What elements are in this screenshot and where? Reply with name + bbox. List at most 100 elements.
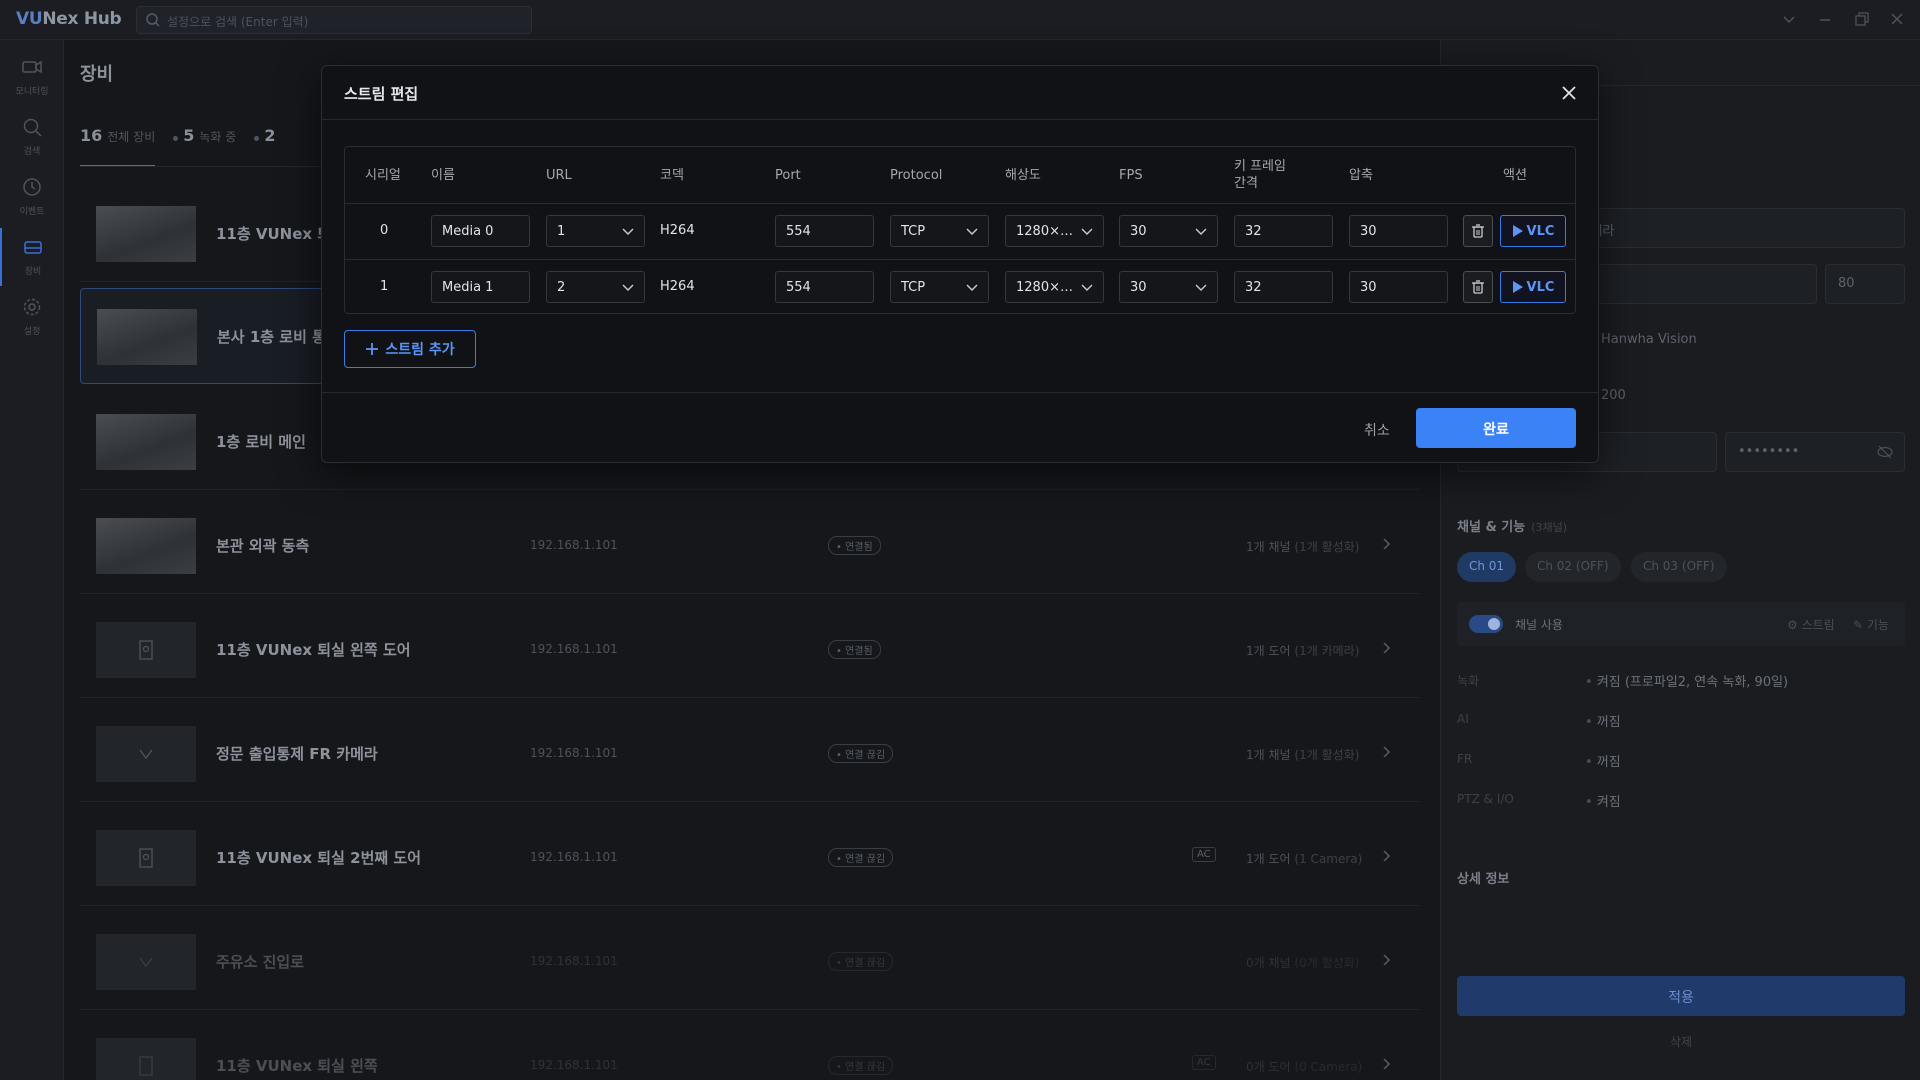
device-row[interactable]: 정문 출입통제 FR 카메라 192.168.1.101 • 연결 끊김 1개 …: [80, 706, 1420, 802]
camera-off-icon: [139, 957, 153, 968]
fps-select[interactable]: 30: [1119, 271, 1218, 303]
door-icon: [139, 1056, 153, 1076]
password-field[interactable]: ••••••••: [1725, 432, 1905, 472]
chevron-down-icon: [622, 284, 634, 291]
nav-item-search[interactable]: 검색: [0, 108, 64, 166]
resolution-select[interactable]: 1280×…: [1005, 271, 1104, 303]
chevron-down-icon: [966, 228, 978, 235]
chevron-down-icon: [622, 228, 634, 235]
tab-all-devices[interactable]: 16 전체 장비: [80, 126, 156, 167]
add-stream-button[interactable]: 스트림 추가: [344, 330, 476, 368]
apply-button[interactable]: 적용: [1457, 976, 1905, 1016]
tab-recording[interactable]: 5 녹화 중: [173, 126, 236, 160]
eye-off-icon[interactable]: [1876, 444, 1894, 460]
select-value: 30: [1130, 280, 1147, 295]
minimize-icon[interactable]: [1816, 10, 1834, 28]
delete-button[interactable]: 삭제: [1441, 1033, 1920, 1050]
keyframe-input[interactable]: 32: [1234, 215, 1333, 247]
device-name: 11층 VUNex 퇴실 왼쪽: [216, 1057, 378, 1075]
device-info: 1개 채널 (1개 활성화): [1246, 538, 1359, 555]
url-select[interactable]: 2: [546, 271, 645, 303]
info-main: 0개 도어: [1246, 1060, 1291, 1074]
url-select[interactable]: 1: [546, 215, 645, 247]
chevron-down-icon[interactable]: [1780, 10, 1798, 28]
nav-item-device[interactable]: 장비: [0, 228, 64, 286]
chip-ch01[interactable]: Ch 01: [1457, 552, 1517, 582]
stream-link[interactable]: ⚙ 스트림: [1787, 616, 1835, 633]
chevron-right-icon[interactable]: [1378, 640, 1394, 656]
status-badge: • 연결됨: [828, 640, 881, 659]
compression-input[interactable]: 30: [1349, 271, 1448, 303]
stream-name-input[interactable]: Media 1: [431, 271, 530, 303]
modal-title: 스트림 편집: [344, 85, 419, 103]
vlc-button[interactable]: VLC: [1500, 271, 1566, 303]
column-header: 액션: [1503, 167, 1527, 183]
close-window-icon[interactable]: [1888, 10, 1906, 28]
device-thumbnail: [96, 622, 196, 678]
status-badge: • 연결 끊김: [828, 744, 894, 763]
device-row[interactable]: 11층 VUNex 퇴실 왼쪽 192.168.1.101 • 연결 끊김 AC…: [80, 1018, 1420, 1080]
done-button[interactable]: 완료: [1416, 408, 1576, 448]
search-input[interactable]: 설정으로 검색 (Enter 입력): [136, 6, 532, 34]
column-header: Protocol: [890, 167, 943, 183]
port-input[interactable]: 554: [775, 271, 874, 303]
keyframe-input[interactable]: 32: [1234, 271, 1333, 303]
play-icon: [1512, 225, 1523, 237]
device-info: 0개 도어 (0 Camera): [1246, 1058, 1362, 1075]
close-icon[interactable]: [1560, 84, 1578, 102]
column-header: 이름: [431, 167, 455, 183]
port-input[interactable]: 554: [775, 215, 874, 247]
device-name: 11층 VUNex 퇴: [216, 225, 332, 243]
nav-item-monitoring[interactable]: 모니터링: [0, 48, 64, 106]
chevron-right-icon[interactable]: [1378, 952, 1394, 968]
restore-icon[interactable]: [1852, 10, 1870, 28]
device-info: 1개 도어 (1개 카메라): [1246, 642, 1359, 659]
protocol-select[interactable]: TCP: [890, 271, 989, 303]
detail-section-title[interactable]: 상세 정보: [1457, 868, 1509, 887]
stream-edit-modal: 스트림 편집 시리얼 이름 URL 코덱 Port Protocol 해상도 F…: [321, 65, 1599, 463]
channels-section-title[interactable]: 채널 & 기능 (3채널): [1457, 516, 1567, 535]
chevron-down-icon: [1195, 284, 1207, 291]
camera-icon: [22, 60, 42, 74]
device-row[interactable]: 주유소 진입로 192.168.1.101 • 연결 끊김 0개 채널 (0개 …: [80, 914, 1420, 1010]
device-row[interactable]: 본관 외곽 동측 192.168.1.101 • 연결됨 1개 채널 (1개 활…: [80, 498, 1420, 594]
delete-stream-button[interactable]: [1463, 271, 1493, 303]
chip-ch02[interactable]: Ch 02 (OFF): [1525, 552, 1621, 582]
vlc-button[interactable]: VLC: [1500, 215, 1566, 247]
chevron-right-icon[interactable]: [1378, 536, 1394, 552]
feature-link[interactable]: ✎ 기능: [1853, 616, 1889, 633]
nav-label: 설정: [23, 327, 41, 337]
port-field[interactable]: 80: [1825, 264, 1905, 304]
device-thumbnail: [96, 934, 196, 990]
device-name: 본관 외곽 동측: [216, 537, 310, 555]
cancel-button[interactable]: 취소: [1364, 420, 1390, 440]
nav-item-event[interactable]: 이벤트: [0, 168, 64, 226]
chevron-right-icon[interactable]: [1378, 744, 1394, 760]
device-row[interactable]: 11층 VUNex 퇴실 2번째 도어 192.168.1.101 • 연결 끊…: [80, 810, 1420, 906]
chevron-right-icon[interactable]: [1378, 848, 1394, 864]
divider: [322, 392, 1598, 393]
column-header: 코덱: [660, 167, 684, 183]
info-sub: (0 Camera): [1294, 1060, 1363, 1074]
column-header: 해상도: [1005, 167, 1041, 183]
device-name: 11층 VUNex 퇴실 왼쪽 도어: [216, 641, 411, 659]
tab-other[interactable]: 2: [254, 126, 275, 160]
device-row[interactable]: 11층 VUNex 퇴실 왼쪽 도어 192.168.1.101 • 연결됨 1…: [80, 602, 1420, 698]
chip-ch03[interactable]: Ch 03 (OFF): [1631, 552, 1727, 582]
fps-select[interactable]: 30: [1119, 215, 1218, 247]
column-header: URL: [546, 167, 572, 183]
nav-item-settings[interactable]: 설정: [0, 288, 64, 346]
compression-input[interactable]: 30: [1349, 215, 1448, 247]
protocol-select[interactable]: TCP: [890, 215, 989, 247]
feature-value: 켜짐 (프로파일2, 연속 녹화, 90일): [1585, 671, 1788, 690]
resolution-select[interactable]: 1280×…: [1005, 215, 1104, 247]
stream-name-input[interactable]: Media 0: [431, 215, 530, 247]
delete-stream-button[interactable]: [1463, 215, 1493, 247]
column-header: FPS: [1119, 167, 1143, 183]
channel-use-toggle[interactable]: [1469, 615, 1503, 633]
status-dot: [173, 136, 179, 141]
device-thumbnail: [97, 309, 197, 365]
chevron-right-icon[interactable]: [1378, 1056, 1394, 1072]
chevron-down-icon: [966, 284, 978, 291]
vlc-label: VLC: [1526, 279, 1555, 295]
